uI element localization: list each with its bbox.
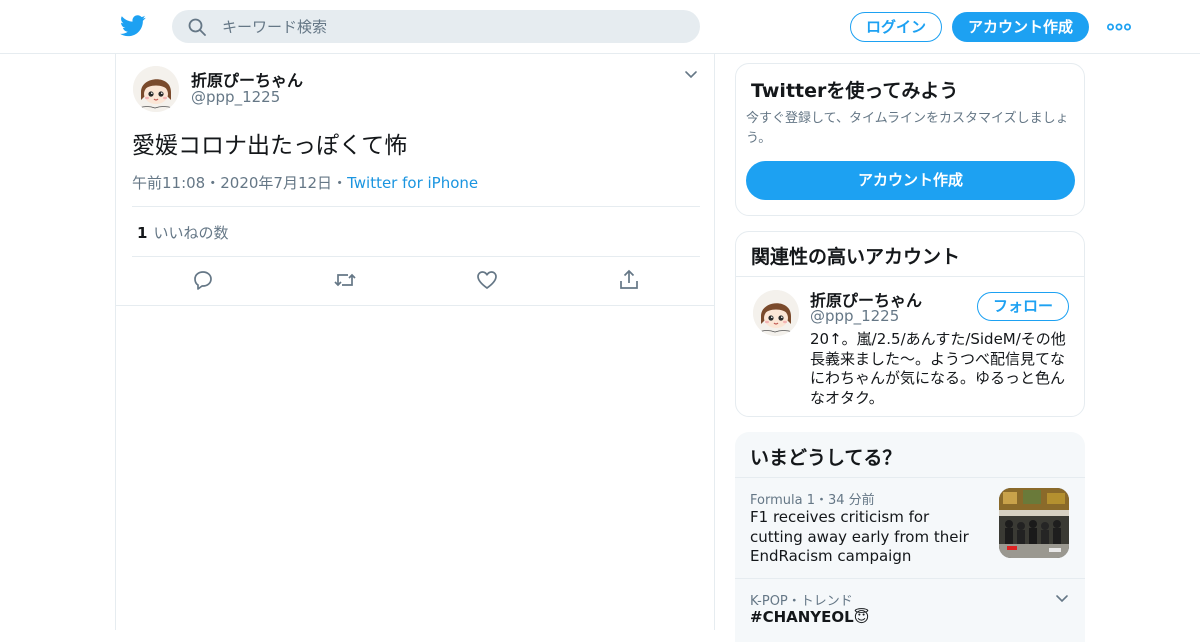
signup-prompt-card: Twitterを使ってみよう 今すぐ登録して、タイムラインをカスタマイズしましょ… xyxy=(735,63,1085,216)
tweet-text: 愛媛コロナ出たっぽくて怖 xyxy=(132,133,408,159)
tweet-metadata: 午前11:08・2020年7月12日・Twitter for iPhone xyxy=(132,172,478,193)
more-options-icon[interactable] xyxy=(1107,22,1131,32)
chevron-down-icon[interactable] xyxy=(684,70,698,80)
login-button[interactable]: ログイン xyxy=(850,12,942,42)
like-label: いいねの数 xyxy=(153,224,229,242)
tweet-date[interactable]: 2020年7月12日 xyxy=(220,174,332,192)
card-title: Twitterを使ってみよう xyxy=(751,80,959,102)
account-bio: 20↑。嵐/2.5/あんすた/SideM/その他 長義来ました〜。ようつべ配信見… xyxy=(810,330,1066,407)
chevron-down-icon[interactable] xyxy=(1055,594,1069,604)
share-icon[interactable] xyxy=(617,268,641,292)
divider xyxy=(132,206,700,207)
tweet-column: 折原ぴーちゃん @ppp_1225 愛媛コロナ出たっぽくて怖 午前11:08・2… xyxy=(115,54,715,630)
avatar-illustration xyxy=(133,66,179,112)
divider xyxy=(116,305,714,306)
search-box[interactable] xyxy=(172,10,700,43)
card-title: 関連性の高いアカウント xyxy=(751,246,961,268)
tweet-actions xyxy=(116,268,714,296)
reply-icon[interactable] xyxy=(191,268,215,292)
create-account-button[interactable]: アカウント作成 xyxy=(746,161,1075,200)
avatar[interactable] xyxy=(753,290,799,336)
top-bar: ログイン アカウント作成 xyxy=(0,0,1200,54)
like-icon[interactable] xyxy=(475,268,499,292)
avatar-illustration xyxy=(753,290,799,336)
tweet-author-handle[interactable]: @ppp_1225 xyxy=(191,88,280,106)
search-input[interactable] xyxy=(222,10,682,43)
trend-thumbnail xyxy=(999,488,1069,558)
signup-button[interactable]: アカウント作成 xyxy=(952,12,1089,42)
news-photo xyxy=(999,488,1069,558)
retweet-icon[interactable] xyxy=(333,268,357,292)
search-icon xyxy=(188,18,206,36)
tweet-time[interactable]: 午前11:08 xyxy=(132,174,205,192)
like-stats[interactable]: 1 いいねの数 xyxy=(137,222,228,243)
meta-separator: ・ xyxy=(332,174,348,192)
follow-button[interactable]: フォロー xyxy=(977,292,1069,321)
account-handle[interactable]: @ppp_1225 xyxy=(810,307,899,325)
related-accounts-card: 関連性の高いアカウント 折原ぴーちゃん @ppp_1225 フォロー 20↑。嵐… xyxy=(735,231,1085,417)
trend-meta: K-POP・トレンド xyxy=(750,594,853,609)
twitter-logo-icon[interactable] xyxy=(120,14,146,38)
card-title: いまどうしてる？ xyxy=(750,447,902,469)
like-count: 1 xyxy=(137,224,148,242)
divider xyxy=(735,578,1085,579)
divider xyxy=(736,276,1084,277)
trend-meta: Formula 1・34 分前 xyxy=(750,493,875,508)
meta-separator: ・ xyxy=(205,174,221,192)
trend-headline: #CHANYEOL😇 xyxy=(750,608,870,626)
divider xyxy=(735,477,1085,478)
divider xyxy=(132,256,700,257)
trend-headline: F1 receives criticism for cutting away e… xyxy=(750,508,969,565)
card-description: 今すぐ登録して、タイムラインをカスタマイズしましょう。 xyxy=(746,111,1069,146)
tweet-source-link[interactable]: Twitter for iPhone xyxy=(347,174,478,192)
whats-happening-card: いまどうしてる？ Formula 1・34 分前 F1 receives cri… xyxy=(735,432,1085,642)
avatar[interactable] xyxy=(133,66,179,112)
